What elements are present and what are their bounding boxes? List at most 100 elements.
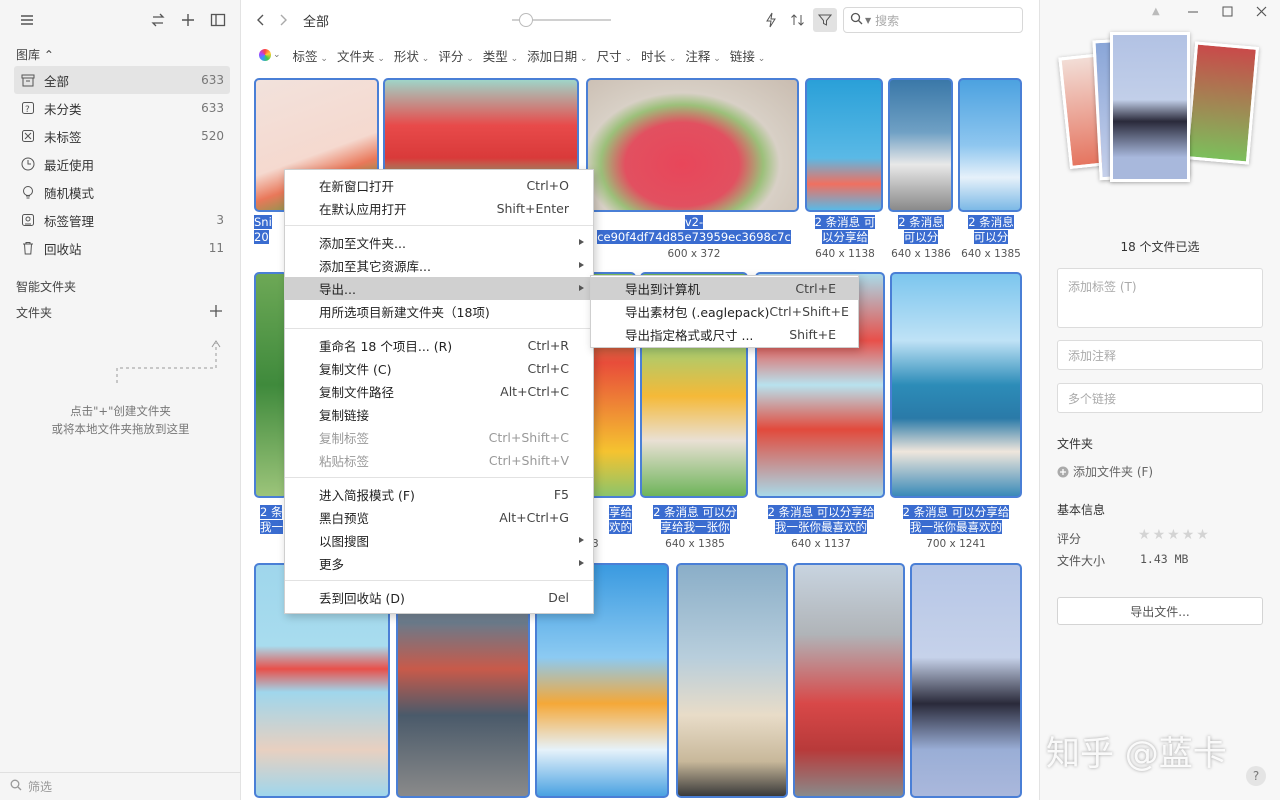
color-wheel-icon[interactable]: ⌄ — [259, 49, 281, 61]
star-icon[interactable]: ★ — [1196, 527, 1211, 543]
pin-icon[interactable]: ▲ — [1152, 6, 1160, 17]
export-file-button[interactable]: 导出文件... — [1057, 597, 1263, 625]
menu-new-folder-from-selection[interactable]: 用所选项目新建文件夹（18项) — [285, 300, 593, 323]
menu-label: 重命名 18 个项目... (R) — [319, 339, 453, 354]
sort-icon[interactable] — [790, 12, 806, 31]
thumbnail-girl-jumping[interactable] — [910, 563, 1022, 798]
minimize-icon[interactable] — [1187, 4, 1199, 21]
menu-label: 粘贴标签 — [319, 454, 370, 469]
plus-icon[interactable] — [178, 10, 198, 30]
thumbnail-ice-cream-sea[interactable] — [890, 272, 1022, 498]
menu-rename[interactable]: 重命名 18 个项目... (R) Ctrl+R — [285, 334, 593, 357]
sidebar-item-untagged[interactable]: 未标签 520 — [14, 122, 230, 150]
bulb-icon — [20, 184, 36, 200]
layout-icon[interactable] — [208, 10, 228, 30]
menu-copy-path[interactable]: 复制文件路径 Alt+Ctrl+C — [285, 380, 593, 403]
note-input[interactable]: 添加注释 — [1057, 340, 1263, 370]
rating-stars[interactable]: ★★★★★ — [1138, 527, 1211, 543]
back-icon[interactable] — [255, 13, 265, 27]
menu-grayscale-preview[interactable]: 黑白预览 Alt+Ctrl+G — [285, 506, 593, 529]
filter-tags[interactable]: 标签 — [293, 46, 328, 65]
sidebar-item-count: 633 — [201, 101, 224, 115]
file-size-value: 1.43 MB — [1140, 552, 1189, 566]
close-icon[interactable] — [1256, 6, 1268, 21]
star-icon[interactable]: ★ — [1182, 527, 1197, 543]
menu-copy-link[interactable]: 复制链接 — [285, 403, 593, 426]
help-icon[interactable]: ? — [1246, 766, 1266, 786]
caption-9: 2 条消息 可以分 享给我一张你 640 x 1385 — [640, 505, 750, 552]
menu-move-to-trash[interactable]: 丢到回收站 (D) Del — [285, 586, 593, 609]
star-icon[interactable]: ★ — [1138, 527, 1153, 543]
filter-size[interactable]: 尺寸 — [597, 46, 632, 65]
sidebar-item-trash[interactable]: 回收站 11 — [14, 234, 230, 262]
menu-separator — [285, 328, 593, 329]
menu-shortcut: Ctrl+C — [527, 361, 569, 376]
menu-open-new-window[interactable]: 在新窗口打开 Ctrl+O — [285, 174, 593, 197]
caption-text: 2 条消息 可以分 — [653, 505, 737, 519]
sidebar-item-unsorted[interactable]: ? 未分类 633 — [14, 94, 230, 122]
menu-open-default-app[interactable]: 在默认应用打开 Shift+Enter — [285, 197, 593, 220]
folder-section-title: 文件夹 — [1057, 437, 1094, 451]
forward-icon[interactable] — [279, 13, 289, 27]
link-input[interactable]: 多个链接 — [1057, 383, 1263, 413]
thumbnail-clouds[interactable] — [958, 78, 1022, 212]
file-size-label: 文件大小 — [1057, 554, 1106, 568]
menu-more[interactable]: 更多 — [285, 552, 593, 575]
thumbnail-green-blur[interactable] — [254, 272, 288, 498]
filter-icon[interactable] — [813, 8, 837, 32]
lightning-icon[interactable] — [765, 12, 777, 31]
filter-notes[interactable]: 注释 — [685, 46, 720, 65]
filter-duration[interactable]: 时长 — [641, 46, 676, 65]
chevron-down-icon: ▼ — [865, 15, 872, 25]
menu-shortcut: Del — [548, 590, 569, 605]
filter-type[interactable]: 类型 — [483, 46, 518, 65]
sidebar-item-recent[interactable]: 最近使用 — [14, 150, 230, 178]
caption-text: 可以分 — [973, 230, 1009, 244]
sidebar-filter[interactable]: 筛选 — [0, 772, 241, 800]
maximize-icon[interactable] — [1222, 6, 1234, 21]
add-folder-link[interactable]: 添加文件夹 (F) — [1057, 463, 1153, 480]
page-title: 全部 — [303, 14, 330, 30]
filter-input[interactable]: 筛选 — [28, 778, 52, 795]
filter-date[interactable]: 添加日期 — [527, 46, 587, 65]
smart-folder-heading[interactable]: 智能文件夹 — [0, 274, 240, 294]
menu-icon[interactable] — [20, 14, 34, 26]
thumbnail-iced-drink[interactable] — [676, 563, 788, 798]
library-switcher[interactable]: 图库 ⌃ — [0, 42, 240, 62]
submenu-export-format[interactable]: 导出指定格式或尺寸 ... Shift+E — [591, 323, 858, 346]
submenu-export-to-computer[interactable]: 导出到计算机 Ctrl+E — [591, 277, 858, 300]
filter-folders[interactable]: 文件夹 — [337, 46, 385, 65]
menu-copy-file[interactable]: 复制文件 (C) Ctrl+C — [285, 357, 593, 380]
sidebar-item-random[interactable]: 随机模式 — [14, 178, 230, 206]
swap-icon[interactable] — [148, 10, 168, 30]
menu-label: 复制标签 — [319, 431, 370, 446]
sidebar-item-tags[interactable]: 标签管理 3 — [14, 206, 230, 234]
thumbnail-watermelon-spoon[interactable] — [586, 78, 799, 212]
menu-add-to-folder[interactable]: 添加至文件夹... — [285, 231, 593, 254]
thumbnail-sky-hand[interactable] — [805, 78, 883, 212]
star-icon[interactable]: ★ — [1167, 527, 1182, 543]
search-input[interactable]: 搜索 — [875, 12, 899, 29]
thumbnail-girl-sitting[interactable] — [888, 78, 953, 212]
thumbnail-stairs-crates[interactable] — [793, 563, 905, 798]
caption-7: 2 条我一 — [260, 505, 286, 535]
sidebar-item-label: 最近使用 — [44, 157, 95, 173]
filter-rating[interactable]: 评分 — [438, 46, 473, 65]
submenu-export-eaglepack[interactable]: 导出素材包 (.eaglepack) Ctrl+Shift+E — [591, 300, 858, 323]
menu-presentation-mode[interactable]: 进入简报模式 (F) F5 — [285, 483, 593, 506]
menu-export[interactable]: 导出... — [285, 277, 593, 300]
menu-label: 黑白预览 — [319, 511, 370, 526]
filter-links[interactable]: 链接 — [730, 46, 765, 65]
menu-add-to-library[interactable]: 添加至其它资源库... — [285, 254, 593, 277]
sidebar-item-label: 标签管理 — [44, 213, 95, 229]
menu-search-by-image[interactable]: 以图搜图 — [285, 529, 593, 552]
filter-shape[interactable]: 形状 — [394, 46, 429, 65]
add-folder-plus-icon[interactable] — [210, 303, 222, 317]
menu-shortcut: F5 — [553, 487, 569, 502]
zoom-slider-knob[interactable] — [519, 13, 533, 27]
tag-input[interactable]: 添加标签 (T) — [1057, 268, 1263, 328]
search-box[interactable]: ▼ 搜索 — [843, 7, 1023, 33]
sidebar-item-label: 全部 — [44, 73, 70, 89]
star-icon[interactable]: ★ — [1153, 527, 1168, 543]
sidebar-item-all[interactable]: 全部 633 — [14, 66, 230, 94]
